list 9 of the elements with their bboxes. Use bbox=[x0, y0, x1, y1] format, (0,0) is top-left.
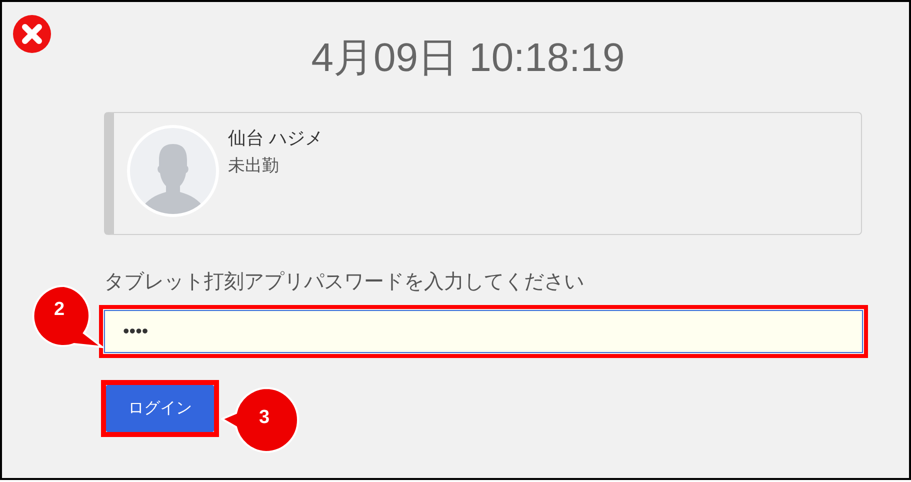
clock-text: 4月09日 10:18:19 bbox=[311, 35, 625, 82]
close-icon[interactable] bbox=[12, 14, 52, 54]
password-field[interactable]: •••• bbox=[104, 310, 863, 353]
callout-number: 2 bbox=[54, 299, 65, 321]
attendance-status: 未出勤 bbox=[228, 155, 280, 177]
login-button[interactable]: ログイン bbox=[106, 385, 214, 432]
password-prompt: タブレット打刻アプリパスワードを入力してください bbox=[104, 270, 585, 295]
user-name: 仙台 ハジメ bbox=[228, 127, 324, 150]
callout-number: 3 bbox=[259, 407, 270, 429]
